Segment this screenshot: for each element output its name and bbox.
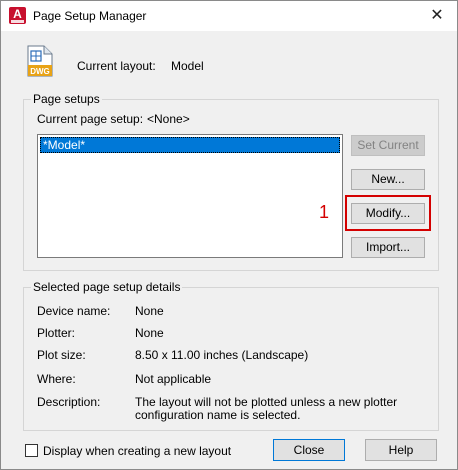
close-window-icon[interactable]: ✕	[417, 1, 457, 31]
modify-button-highlight	[345, 195, 431, 231]
page-setups-group-title: Page setups	[31, 92, 102, 106]
dwg-file-icon: DWG	[27, 45, 53, 77]
window-title: Page Setup Manager	[33, 9, 147, 23]
close-button[interactable]: Close	[273, 439, 345, 461]
current-page-setup-value: <None>	[147, 112, 190, 126]
annotation-marker: 1	[319, 202, 330, 222]
selected-details-group-title: Selected page setup details	[31, 280, 183, 294]
display-on-new-layout-checkbox[interactable]	[25, 444, 38, 457]
app-icon-letter: A	[13, 7, 22, 21]
autocad-app-icon: A	[9, 7, 26, 24]
new-button[interactable]: New...	[351, 169, 425, 190]
description-value-line2: configuration name is selected.	[135, 408, 301, 422]
page-setups-list[interactable]: *Model*	[37, 134, 343, 258]
dwg-icon-caption: DWG	[30, 67, 50, 76]
plot-size-label: Plot size:	[37, 348, 86, 362]
description-label: Description:	[37, 395, 101, 409]
where-value: Not applicable	[135, 372, 212, 386]
page-setup-manager-dialog: A Page Setup Manager ✕ DWG Current layou…	[0, 0, 458, 470]
description-value-line1: The layout will not be plotted unless a …	[135, 395, 398, 409]
plotter-label: Plotter:	[37, 326, 76, 340]
current-layout-label: Current layout:	[77, 59, 156, 73]
where-label: Where:	[37, 372, 76, 386]
plot-size-value: 8.50 x 11.00 inches (Landscape)	[135, 348, 309, 362]
current-page-setup-label: Current page setup:	[37, 112, 144, 126]
set-current-button[interactable]: Set Current	[351, 135, 425, 156]
plotter-value: None	[135, 326, 164, 340]
device-name-label: Device name:	[37, 304, 111, 318]
help-button[interactable]: Help	[365, 439, 437, 461]
display-on-new-layout-label[interactable]: Display when creating a new layout	[43, 444, 231, 458]
list-item-model[interactable]: *Model*	[40, 137, 340, 153]
current-layout-value: Model	[171, 59, 204, 73]
device-name-value: None	[135, 304, 164, 318]
import-button[interactable]: Import...	[351, 237, 425, 258]
title-bar: A Page Setup Manager ✕	[1, 1, 457, 31]
